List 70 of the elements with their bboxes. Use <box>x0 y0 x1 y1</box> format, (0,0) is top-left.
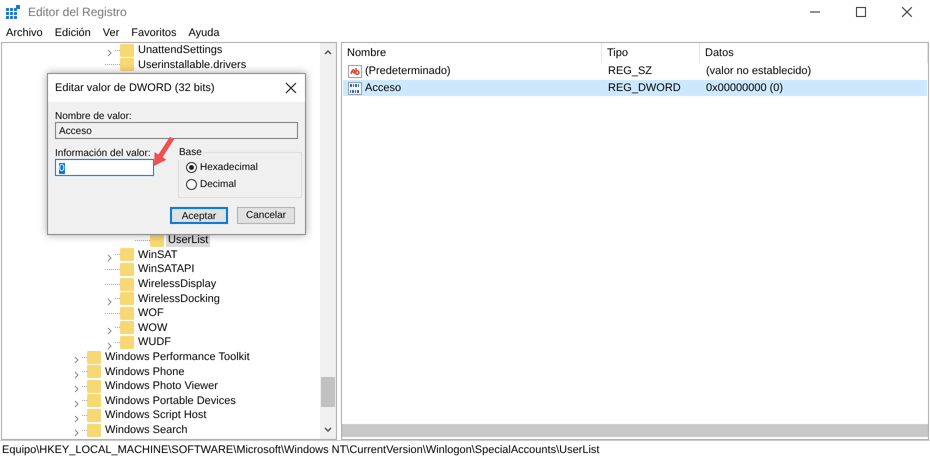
tree-item[interactable]: Windows Script Host <box>103 408 208 422</box>
tree-item[interactable]: WUDF <box>136 335 173 350</box>
cancel-button[interactable]: Cancelar <box>237 207 295 224</box>
folder-icon <box>87 394 101 408</box>
folder-icon <box>120 58 134 72</box>
tree-item[interactable]: UnattendSettings <box>136 43 224 58</box>
folder-icon <box>120 278 134 291</box>
folder-icon <box>120 306 134 320</box>
scroll-up-icon[interactable] <box>323 47 333 57</box>
folder-icon <box>87 350 101 364</box>
radio-option[interactable]: Hexadecimal <box>186 160 258 175</box>
tree-item[interactable]: WOW <box>136 320 170 335</box>
string-value-icon <box>348 64 362 78</box>
folder-icon <box>120 336 134 349</box>
tree-item[interactable]: Windows Portable Devices <box>103 394 238 408</box>
tree-item[interactable]: WirelessDisplay <box>136 277 218 292</box>
folder-icon <box>87 408 101 422</box>
tree-item[interactable]: Windows Photo Viewer <box>103 379 220 394</box>
folder-icon <box>87 424 101 436</box>
tree-item[interactable]: Windows Performance Toolkit <box>103 350 252 364</box>
table-cell: 0x00000000 (0) <box>706 82 784 94</box>
table-cell-text: REG_DWORD <box>607 81 682 96</box>
table-cell: (valor no establecido) <box>706 65 812 77</box>
folder-icon <box>120 44 134 57</box>
table-row[interactable]: (Predeterminado) REG_SZ (valor no establecido) <box>343 63 927 79</box>
tree-item[interactable]: WOF <box>136 306 166 320</box>
tree-item[interactable]: Windows Search <box>103 423 190 437</box>
menu-item[interactable]: Edición <box>48 24 97 42</box>
value-name-field[interactable]: Acceso <box>55 122 298 139</box>
radio-option[interactable]: Decimal <box>186 177 236 192</box>
folder-icon <box>120 292 134 306</box>
table-cell-text: REG_SZ <box>607 64 654 79</box>
tree-item[interactable]: WirelessDocking <box>136 292 222 306</box>
registry-icon <box>6 5 20 19</box>
menu-item[interactable]: Ayuda <box>182 24 226 42</box>
column-header[interactable]: Tipo <box>602 43 700 63</box>
scroll-down-icon[interactable] <box>323 425 333 435</box>
accept-button[interactable]: Aceptar <box>170 207 228 224</box>
annotation-arrow <box>154 136 174 166</box>
scroll-thumb[interactable] <box>321 377 335 407</box>
table-row[interactable]: Acceso REG_DWORD 0x00000000 (0) <box>343 80 927 96</box>
folder-icon <box>120 262 134 276</box>
scrollbar[interactable] <box>320 43 336 439</box>
tree-item[interactable]: Userinstallable.drivers <box>136 58 248 72</box>
dialog-title: Editar valor de DWORD (32 bits) <box>48 74 305 102</box>
binary-value-icon <box>348 82 362 94</box>
folder-icon <box>87 365 101 378</box>
table-cell-text: Acceso <box>365 81 402 96</box>
maximize-icon <box>856 7 866 17</box>
close-icon <box>902 7 912 17</box>
menu-item[interactable]: Ver <box>96 24 126 42</box>
field-label: Nombre de valor: <box>55 110 132 124</box>
menu-item[interactable]: Archivo <box>0 24 49 42</box>
folder-icon <box>120 248 134 262</box>
status-bar: Equipo\HKEY_LOCAL_MACHINE\SOFTWARE\Microsoft\Windows NT\CurrentVersion\Winlogon\SpecialAccounts\UserList <box>0 440 930 460</box>
close-button[interactable] <box>283 80 299 96</box>
folder-icon <box>87 380 101 393</box>
column-header[interactable]: Nombre <box>342 43 602 63</box>
table-cell-text: (Predeterminado) <box>365 64 451 79</box>
tree-item[interactable]: WinSAT <box>136 248 180 262</box>
folder-icon <box>120 321 134 334</box>
scrollbar[interactable] <box>342 424 928 437</box>
column-header[interactable]: Datos <box>700 43 928 63</box>
tree-item[interactable]: Windows Phone <box>103 364 186 379</box>
tree-item[interactable]: WinSATAPI <box>136 262 196 276</box>
field-label: Información del valor: <box>55 147 151 161</box>
window-title: Editor del Registro <box>28 4 127 21</box>
value-data-field[interactable]: 0 <box>55 159 154 176</box>
menu-item[interactable]: Favoritos <box>125 24 183 42</box>
group-label: Base <box>178 145 203 160</box>
